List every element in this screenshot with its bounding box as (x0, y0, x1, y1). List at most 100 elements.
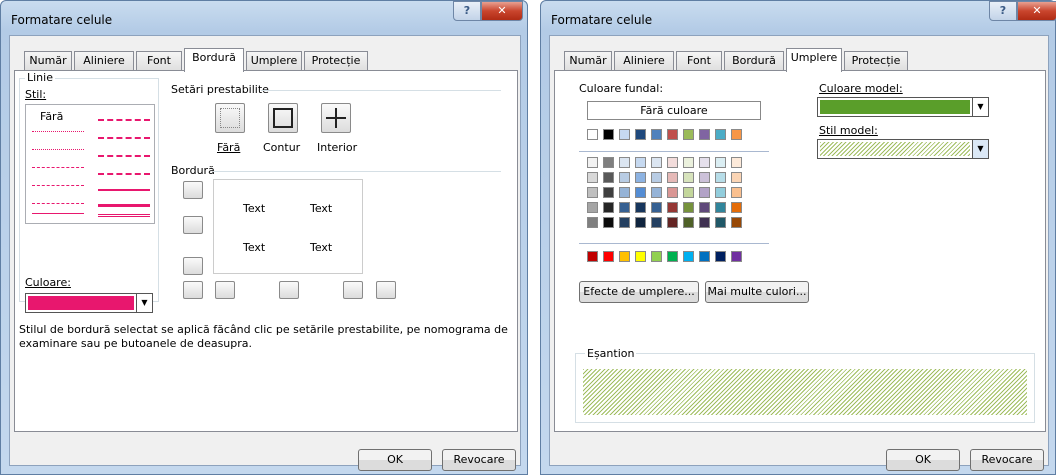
fill-effects-button[interactable]: Efecte de umplere... (579, 281, 699, 303)
line-style-list[interactable]: Fără (25, 104, 155, 224)
palette-color-swatch[interactable] (587, 129, 598, 140)
color-dropdown[interactable]: ▼ (25, 293, 153, 313)
tab-border[interactable]: Bordură (724, 51, 784, 71)
palette-color-swatch[interactable] (667, 172, 678, 183)
palette-color-swatch[interactable] (651, 187, 662, 198)
palette-color-swatch[interactable] (619, 202, 630, 213)
palette-color-swatch[interactable] (683, 172, 694, 183)
palette-color-swatch[interactable] (731, 202, 742, 213)
border-diagonal-down-button[interactable] (376, 281, 396, 299)
border-right-button[interactable] (343, 281, 363, 299)
palette-standard-swatch[interactable] (699, 251, 710, 262)
palette-color-swatch[interactable] (715, 202, 726, 213)
palette-color-swatch[interactable] (603, 187, 614, 198)
border-preview[interactable]: Text Text Text Text (213, 179, 363, 274)
palette-color-swatch[interactable] (619, 157, 630, 168)
palette-color-swatch[interactable] (635, 157, 646, 168)
more-colors-button[interactable]: Mai multe culori... (705, 281, 809, 303)
border-middle-h-button[interactable] (183, 216, 203, 234)
palette-color-swatch[interactable] (651, 129, 662, 140)
palette-color-swatch[interactable] (635, 187, 646, 198)
line-style-medium-dashdot[interactable] (98, 155, 150, 157)
line-style-medium[interactable] (98, 189, 150, 191)
palette-color-swatch[interactable] (731, 157, 742, 168)
palette-color-swatch[interactable] (683, 202, 694, 213)
palette-color-swatch[interactable] (619, 217, 630, 228)
tab-alignment[interactable]: Aliniere (614, 51, 674, 71)
palette-standard-swatch[interactable] (731, 251, 742, 262)
tab-font[interactable]: Font (676, 51, 722, 71)
palette-standard-swatch[interactable] (619, 251, 630, 262)
preset-inside-button[interactable] (321, 103, 351, 133)
palette-color-swatch[interactable] (651, 157, 662, 168)
line-style-dotted[interactable] (32, 149, 84, 150)
line-style-dashdot[interactable] (32, 185, 84, 186)
help-button[interactable]: ? (989, 1, 1017, 21)
palette-color-swatch[interactable] (683, 129, 694, 140)
palette-standard-swatch[interactable] (683, 251, 694, 262)
palette-color-swatch[interactable] (699, 217, 710, 228)
palette-color-swatch[interactable] (715, 129, 726, 140)
palette-color-swatch[interactable] (587, 157, 598, 168)
palette-color-swatch[interactable] (635, 172, 646, 183)
palette-color-swatch[interactable] (603, 157, 614, 168)
close-button[interactable]: ✕ (1017, 1, 1056, 21)
ok-button[interactable]: OK (358, 449, 432, 471)
line-style-thick[interactable] (98, 204, 150, 207)
palette-color-swatch[interactable] (667, 157, 678, 168)
palette-color-swatch[interactable] (683, 157, 694, 168)
palette-color-swatch[interactable] (635, 217, 646, 228)
palette-color-swatch[interactable] (731, 217, 742, 228)
palette-color-swatch[interactable] (651, 217, 662, 228)
border-top-button[interactable] (183, 181, 203, 199)
line-style-hair[interactable] (32, 131, 84, 132)
tab-number[interactable]: Număr (564, 51, 612, 71)
border-bottom-button[interactable] (183, 257, 203, 275)
close-button[interactable]: ✕ (481, 1, 523, 21)
palette-color-swatch[interactable] (651, 202, 662, 213)
palette-color-swatch[interactable] (699, 187, 710, 198)
palette-color-swatch[interactable] (683, 187, 694, 198)
palette-color-swatch[interactable] (731, 172, 742, 183)
palette-standard-swatch[interactable] (603, 251, 614, 262)
line-style-medium-dashdotdot[interactable] (98, 119, 150, 121)
palette-color-swatch[interactable] (603, 172, 614, 183)
line-style-thin[interactable] (32, 213, 84, 214)
border-diagonal-up-button[interactable] (183, 281, 203, 299)
tab-protection[interactable]: Protecție (304, 51, 368, 71)
palette-standard-swatch[interactable] (715, 251, 726, 262)
palette-color-swatch[interactable] (715, 172, 726, 183)
palette-color-swatch[interactable] (619, 172, 630, 183)
chevron-down-icon[interactable]: ▼ (972, 140, 988, 158)
palette-color-swatch[interactable] (699, 172, 710, 183)
tab-fill[interactable]: Umplere (786, 48, 842, 72)
chevron-down-icon[interactable]: ▼ (972, 98, 988, 116)
palette-color-swatch[interactable] (587, 172, 598, 183)
pattern-color-dropdown[interactable]: ▼ (817, 97, 989, 117)
line-style-none[interactable]: Fără (40, 110, 63, 123)
palette-color-swatch[interactable] (667, 187, 678, 198)
tab-number[interactable]: Număr (24, 51, 72, 71)
palette-color-swatch[interactable] (731, 129, 742, 140)
preset-none-button[interactable] (215, 103, 245, 133)
palette-standard-swatch[interactable] (667, 251, 678, 262)
tab-fill[interactable]: Umplere (246, 51, 302, 71)
line-style-medium-dashed[interactable] (98, 173, 150, 175)
palette-color-swatch[interactable] (587, 202, 598, 213)
help-button[interactable]: ? (453, 1, 481, 21)
palette-color-swatch[interactable] (715, 157, 726, 168)
palette-standard-swatch[interactable] (651, 251, 662, 262)
palette-color-swatch[interactable] (731, 187, 742, 198)
palette-color-swatch[interactable] (603, 202, 614, 213)
palette-color-swatch[interactable] (683, 217, 694, 228)
palette-color-swatch[interactable] (699, 157, 710, 168)
tab-alignment[interactable]: Aliniere (74, 51, 134, 71)
palette-color-swatch[interactable] (667, 217, 678, 228)
border-middle-v-button[interactable] (279, 281, 299, 299)
palette-color-swatch[interactable] (635, 202, 646, 213)
tab-border[interactable]: Bordură (184, 48, 244, 72)
palette-standard-swatch[interactable] (587, 251, 598, 262)
palette-color-swatch[interactable] (667, 202, 678, 213)
palette-color-swatch[interactable] (619, 129, 630, 140)
palette-color-swatch[interactable] (635, 129, 646, 140)
